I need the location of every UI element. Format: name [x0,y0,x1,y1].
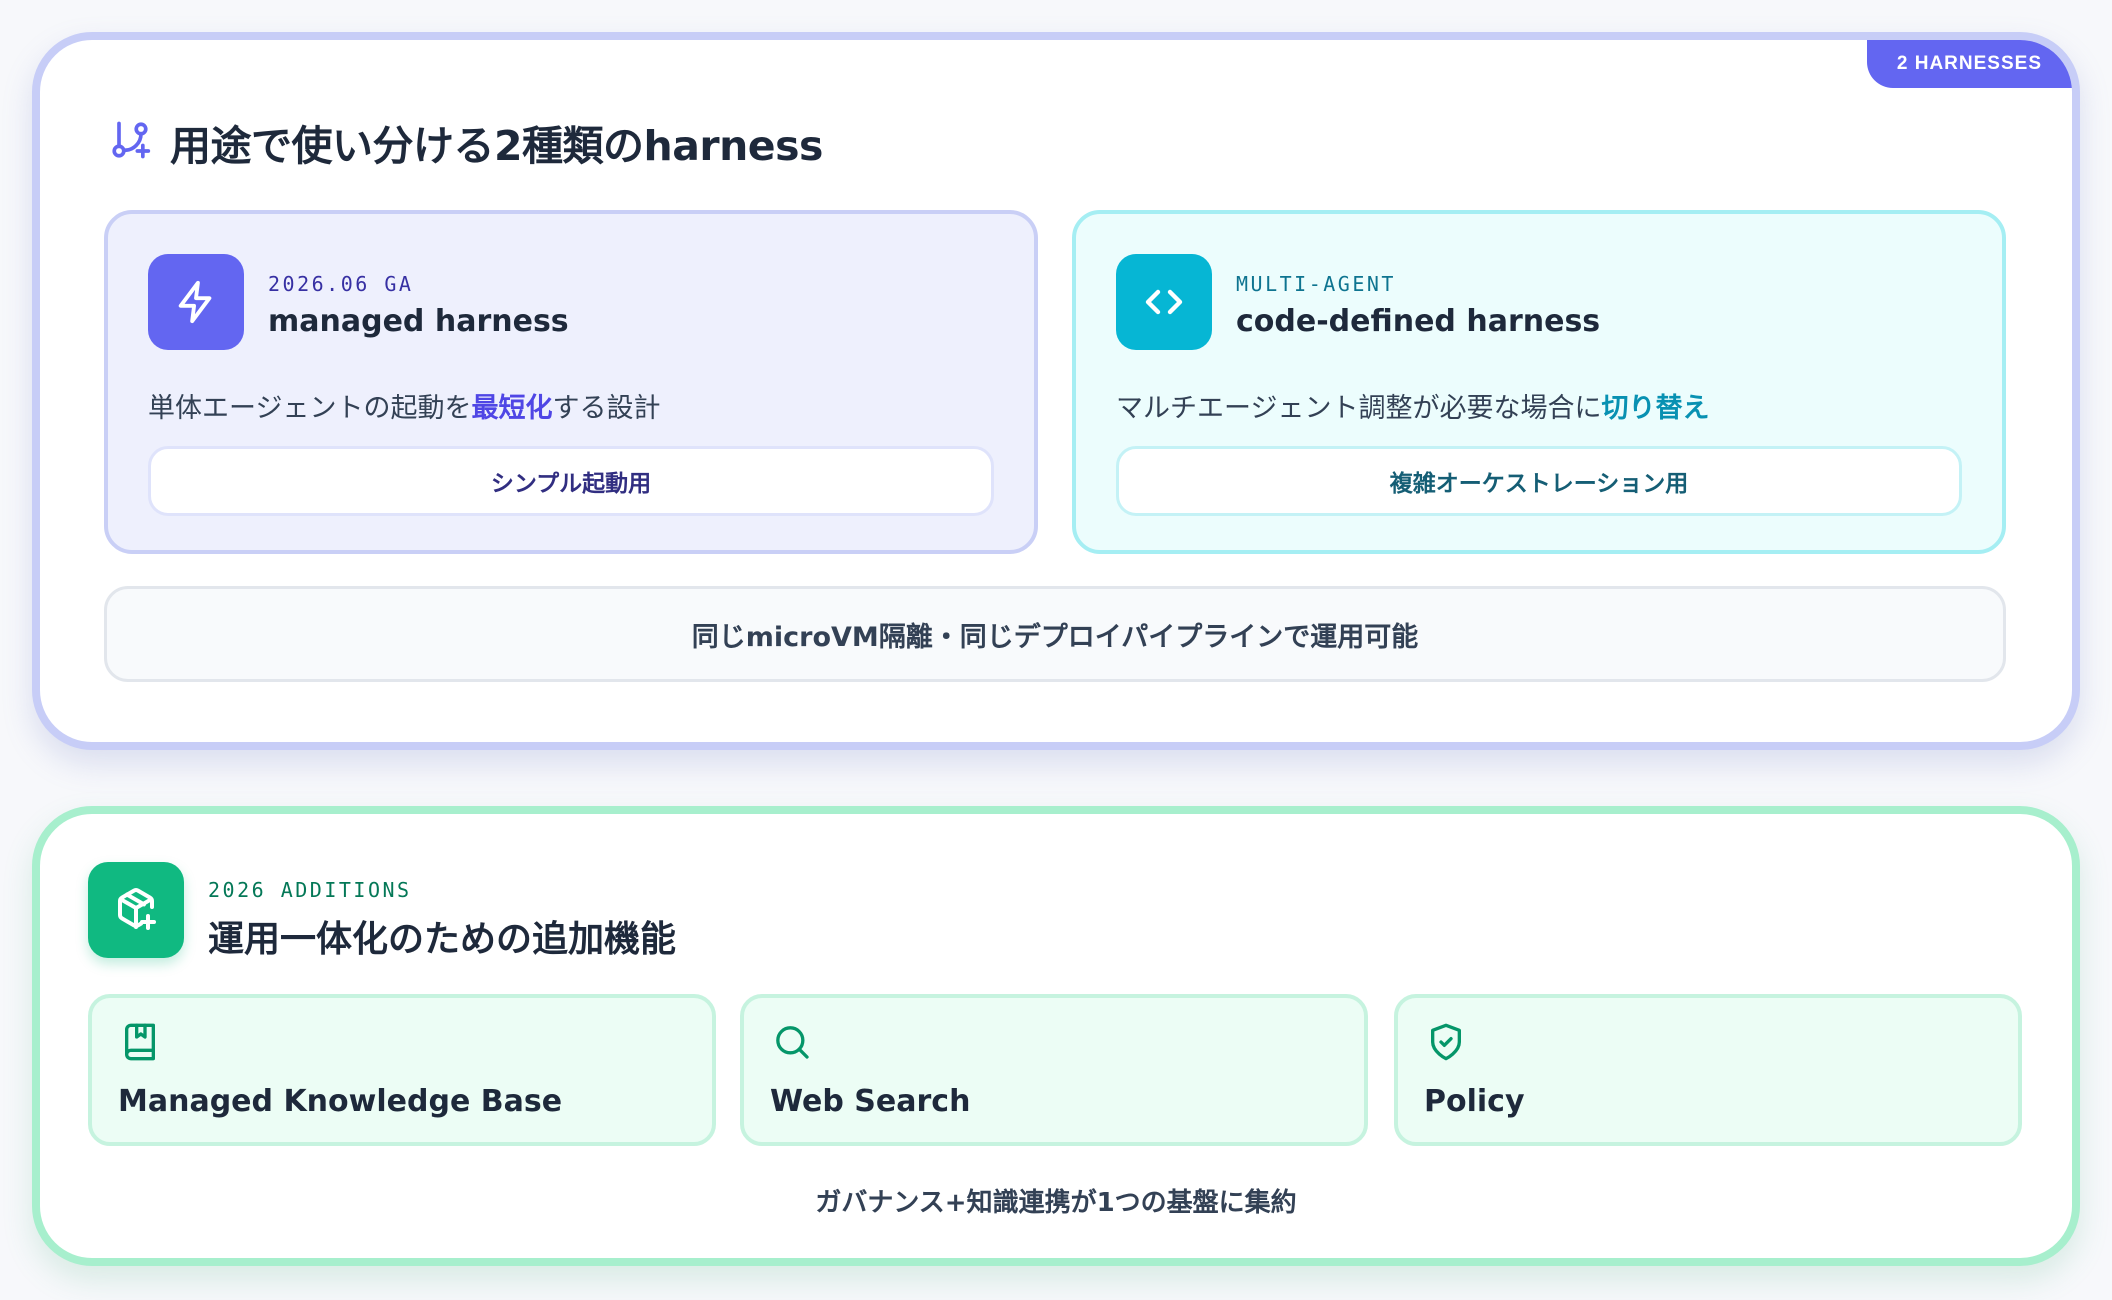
feature-label: Web Search [770,1084,971,1119]
use-case-pill: シンプル起動用 [148,446,994,516]
card-eyebrow: MULTI-AGENT [1236,272,1396,296]
card-name: code-defined harness [1236,304,1601,339]
additions-summary: ガバナンス+知識連携が1つの基盤に集約 [815,1188,1297,1218]
shared-infrastructure-note: 同じmicroVM隔離・同じデプロイパイプラインで運用可能 [104,586,2006,682]
use-case-pill: 複雑オーケストレーション用 [1116,446,1962,516]
card-description: マルチエージェント調整が必要な場合に切り替え [1116,393,1710,424]
harness-types-panel: 2 HARNESSES 用途で使い分ける2種類のharness 2026.06 … [32,32,2080,750]
feature-label: Managed Knowledge Base [118,1084,563,1119]
card-name: managed harness [268,304,569,339]
code-brackets-icon [1116,254,1212,350]
book-bookmark-icon [120,1022,160,1062]
git-branch-plus-icon [108,118,152,166]
description-highlight: 切り替え [1601,393,1710,424]
additions-panel: 2026 ADDITIONS 運用一体化のための追加機能 Managed Kno… [32,806,2080,1266]
card-eyebrow: 2026.06 GA [268,272,414,296]
managed-harness-card: 2026.06 GA managed harness 単体エージェントの起動を最… [104,210,1038,554]
feature-label: Policy [1424,1084,1525,1119]
search-icon [772,1022,812,1062]
additions-eyebrow: 2026 ADDITIONS [208,878,412,902]
code-defined-harness-card: MULTI-AGENT code-defined harness マルチエージェ… [1072,210,2006,554]
feature-card-knowledge-base: Managed Knowledge Base [88,994,716,1146]
feature-card-policy: Policy [1394,994,2022,1146]
package-plus-icon [88,862,184,958]
panel-title: 用途で使い分ける2種類のharness [170,122,823,170]
description-highlight: 最短化 [471,393,553,424]
shield-check-icon [1426,1022,1466,1062]
panel-header: 用途で使い分ける2種類のharness [108,112,823,172]
card-description: 単体エージェントの起動を最短化する設計 [148,393,661,424]
harness-count-badge: 2 HARNESSES [1866,40,2072,88]
lightning-icon [148,254,244,350]
feature-card-web-search: Web Search [740,994,1368,1146]
additions-title: 運用一体化のための追加機能 [208,919,677,960]
